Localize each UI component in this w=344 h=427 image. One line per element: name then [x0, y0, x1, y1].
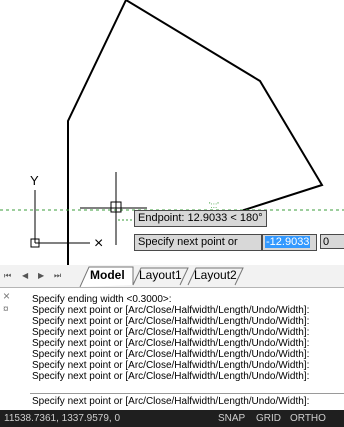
snap-marker: ':::' [209, 201, 219, 210]
endpoint-tooltip: Endpoint: 12.9033 < 180° [134, 210, 267, 227]
snap-toggle[interactable]: SNAP [218, 410, 245, 427]
command-history-line: Specify next point or [Arc/Close/Halfwid… [32, 338, 310, 349]
command-history-line: Specify next point or [Arc/Close/Halfwid… [32, 327, 310, 338]
command-history-line: Specify next point or [Arc/Close/Halfwid… [32, 305, 310, 316]
close-icon[interactable]: × [3, 290, 10, 302]
dynamic-input-prompt: Specify next point or [134, 234, 262, 251]
ucs-x-label: × [94, 235, 103, 252]
command-history: Specify ending width <0.3000>: Specify n… [32, 294, 344, 382]
command-history-line: Specify ending width <0.3000>: [32, 294, 172, 305]
command-history-line: Specify next point or [Arc/Close/Halfwid… [32, 360, 310, 371]
tab-model[interactable]: Model [90, 267, 125, 284]
command-prompt-text: Specify next point or [Arc/Close/Halfwid… [32, 396, 310, 407]
pin-icon[interactable]: ¤ [3, 305, 9, 315]
distance-input[interactable]: -12.9033 [262, 234, 317, 251]
tab-layout2[interactable]: Layout2 [194, 267, 237, 284]
command-history-line: Specify next point or [Arc/Close/Halfwid… [32, 371, 310, 382]
drawing-canvas[interactable]: Y × ':::' Endpoint: 12.9033 < 180° Speci… [0, 0, 344, 265]
command-history-line: Specify next point or [Arc/Close/Halfwid… [32, 349, 310, 360]
command-history-line: Specify next point or [Arc/Close/Halfwid… [32, 316, 310, 327]
command-line-panel: × ¤ Specify ending width <0.3000>: Speci… [0, 288, 344, 410]
distance-input-value: -12.9033 [265, 236, 311, 248]
tab-layout1[interactable]: Layout1 [139, 267, 182, 284]
ucs-y-label: Y [30, 173, 39, 188]
command-input[interactable]: Specify next point or [Arc/Close/Halfwid… [30, 393, 344, 410]
status-bar: 11538.7361, 1337.9579, 0 SNAP GRID ORTHO [0, 410, 344, 427]
coordinate-readout: 11538.7361, 1337.9579, 0 [4, 413, 121, 424]
angle-input[interactable]: 0 [320, 234, 344, 249]
layout-tab-bar: ⏮ ◀ ▶ ⏭ Model Layout1 Layout2 [0, 265, 344, 288]
grid-toggle[interactable]: GRID [256, 410, 281, 427]
ortho-toggle[interactable]: ORTHO [290, 410, 326, 427]
